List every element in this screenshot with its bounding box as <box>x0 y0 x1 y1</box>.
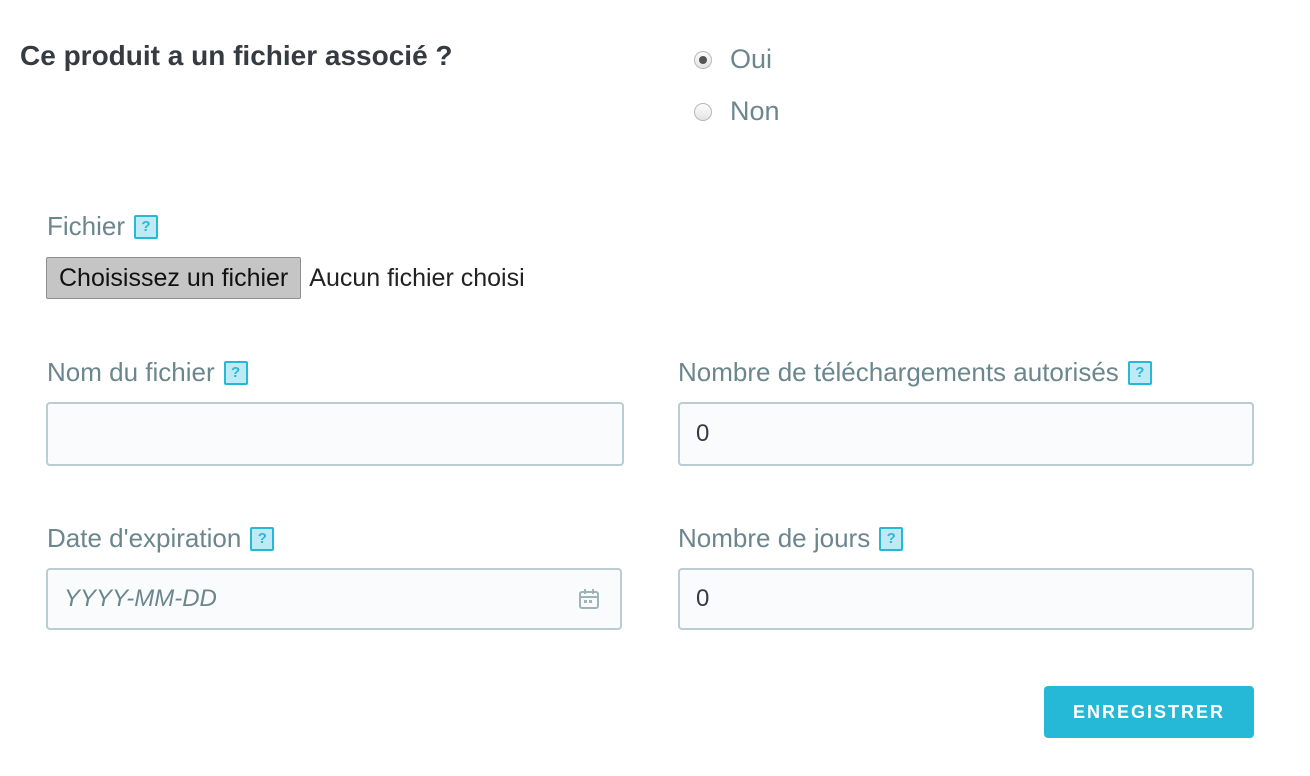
help-icon[interactable]: ? <box>879 526 904 551</box>
radio-yes[interactable] <box>694 50 712 69</box>
file-upload: Choisissez un fichier Aucun fichier choi… <box>46 257 525 299</box>
filename-label: Nom du fichier <box>47 357 215 387</box>
date-placeholder: YYYY-MM-DD <box>64 585 217 612</box>
downloads-input[interactable]: 0 <box>678 402 1254 466</box>
expiration-date-input[interactable]: YYYY-MM-DD <box>46 568 622 630</box>
choose-file-button[interactable]: Choisissez un fichier <box>46 257 302 299</box>
radio-no-label: Non <box>730 96 780 126</box>
radio-option-yes[interactable]: Oui <box>694 44 772 75</box>
expiration-label-group: Date d'expiration ? <box>47 523 275 554</box>
help-icon[interactable]: ? <box>134 214 159 239</box>
downloads-label-group: Nombre de téléchargements autorisés ? <box>678 357 1152 388</box>
filename-label-group: Nom du fichier ? <box>47 357 248 388</box>
help-icon[interactable]: ? <box>223 360 248 385</box>
virtual-product-question: Ce produit a un fichier associé ? <box>20 40 453 71</box>
days-input[interactable]: 0 <box>678 568 1254 630</box>
days-label: Nombre de jours <box>678 523 871 553</box>
help-icon[interactable]: ? <box>250 526 275 551</box>
days-label-group: Nombre de jours ? <box>678 523 904 554</box>
file-label: Fichier <box>47 211 126 241</box>
downloads-label: Nombre de téléchargements autorisés <box>678 357 1119 387</box>
calendar-icon[interactable] <box>578 588 600 610</box>
save-button[interactable]: ENREGISTRER <box>1044 686 1254 738</box>
file-status: Aucun fichier choisi <box>309 263 525 292</box>
help-icon[interactable]: ? <box>1127 360 1152 385</box>
expiration-label: Date d'expiration <box>47 523 242 553</box>
radio-yes-label: Oui <box>730 44 773 74</box>
file-label-group: Fichier ? <box>47 211 159 242</box>
radio-option-no[interactable]: Non <box>694 96 780 127</box>
filename-input[interactable] <box>46 402 624 466</box>
radio-no[interactable] <box>694 102 712 121</box>
